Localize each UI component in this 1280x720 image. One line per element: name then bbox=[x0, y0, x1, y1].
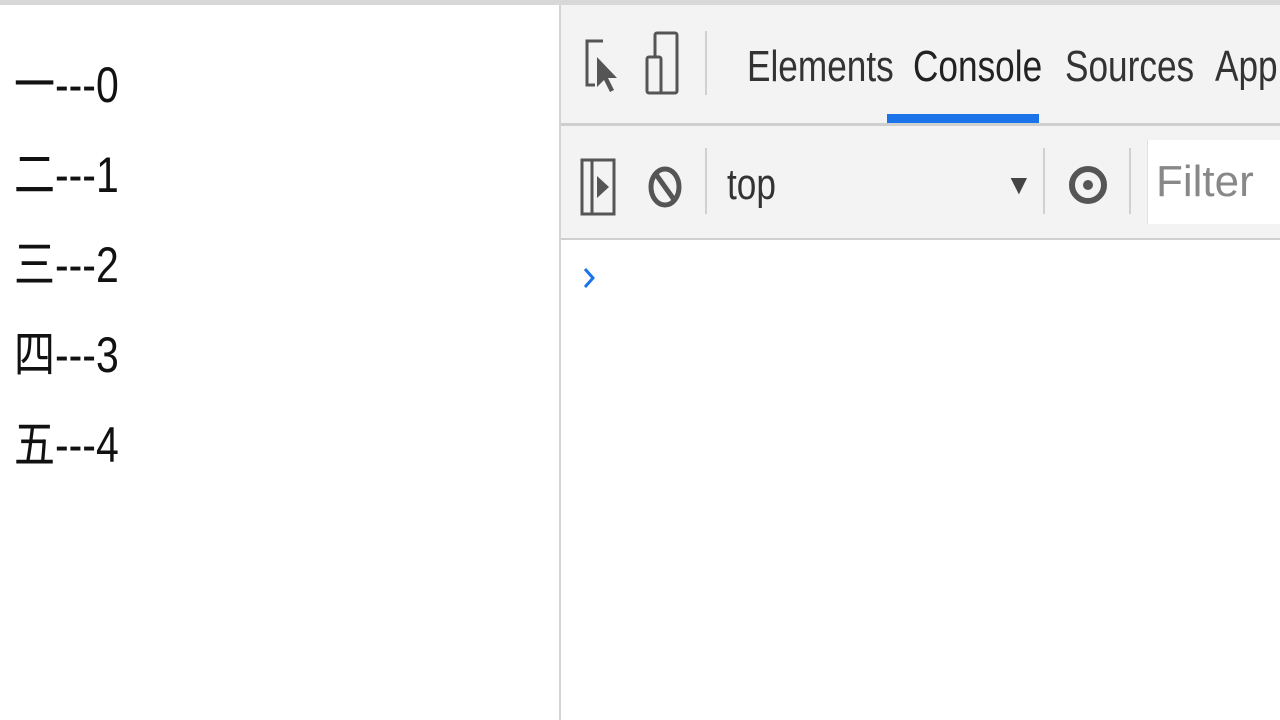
page-viewport: 一---0 二---1 三---2 四---3 五---4 bbox=[0, 5, 559, 720]
toolbar-separator bbox=[705, 148, 707, 214]
console-sidebar-icon[interactable] bbox=[579, 154, 619, 220]
tab-bar-separator bbox=[705, 31, 707, 95]
filter-box[interactable] bbox=[1147, 140, 1280, 224]
output-line-cjk: 三 bbox=[14, 237, 55, 293]
output-line-suffix: ---1 bbox=[55, 147, 119, 203]
output-line: 五---4 bbox=[14, 405, 119, 493]
output-line-cjk: 二 bbox=[14, 147, 55, 203]
toolbar-separator bbox=[1129, 148, 1131, 214]
output-line: 三---2 bbox=[14, 225, 119, 313]
tab-elements[interactable]: Elements bbox=[747, 37, 894, 97]
output-line-cjk: 五 bbox=[14, 417, 55, 473]
toolbar-border bbox=[561, 238, 1280, 240]
console-filter-input[interactable] bbox=[1148, 140, 1280, 224]
chevron-right-icon bbox=[583, 268, 596, 288]
devtools-panel: Elements Console Sources Appli bbox=[561, 5, 1280, 720]
tab-console[interactable]: Console bbox=[913, 37, 1042, 97]
devtools-tab-bar: Elements Console Sources Appli bbox=[561, 5, 1280, 123]
output-line-suffix: ---3 bbox=[55, 327, 119, 383]
execution-context-select[interactable]: top ▼ bbox=[713, 155, 1033, 215]
output-line: 一---0 bbox=[14, 45, 119, 133]
live-expression-eye-icon[interactable] bbox=[1065, 162, 1111, 208]
dropdown-arrow-icon: ▼ bbox=[1005, 169, 1033, 200]
console-prompt[interactable] bbox=[581, 263, 597, 298]
output-line-suffix: ---2 bbox=[55, 237, 119, 293]
tab-sources[interactable]: Sources bbox=[1065, 37, 1194, 97]
toolbar-separator bbox=[1043, 148, 1045, 214]
output-line: 四---3 bbox=[14, 315, 119, 403]
device-toolbar-icon[interactable] bbox=[643, 29, 683, 99]
tab-application[interactable]: Appli bbox=[1215, 37, 1280, 97]
output-line-cjk: 四 bbox=[14, 327, 55, 383]
execution-context-value: top bbox=[727, 160, 776, 209]
output-line-suffix: ---4 bbox=[55, 417, 119, 473]
active-tab-indicator bbox=[887, 114, 1039, 123]
output-line-cjk: 一 bbox=[14, 57, 55, 113]
clear-console-icon[interactable] bbox=[647, 164, 683, 210]
output-line-suffix: ---0 bbox=[55, 57, 119, 113]
output-line: 二---1 bbox=[14, 135, 119, 223]
inspect-element-icon[interactable] bbox=[581, 35, 621, 95]
